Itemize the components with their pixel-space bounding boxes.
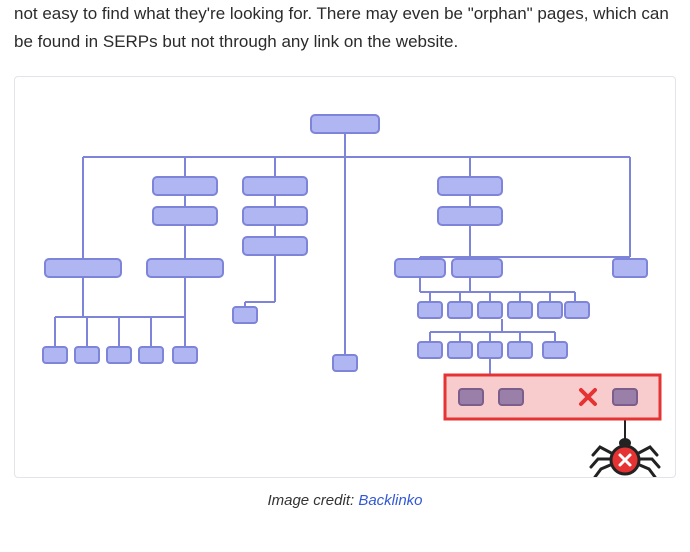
node-leaf (139, 347, 163, 363)
node-leaf (448, 302, 472, 318)
node (153, 177, 217, 195)
caption-prefix: Image credit: (267, 492, 358, 509)
article-paragraph: not easy to find what they're looking fo… (14, 0, 676, 56)
node-error (459, 389, 483, 405)
node-leaf (478, 302, 502, 318)
node-leaf (75, 347, 99, 363)
node-leaf (333, 355, 357, 371)
node-leaf (543, 342, 567, 358)
node (438, 207, 502, 225)
node-leaf (418, 342, 442, 358)
node (45, 259, 121, 277)
node-error (613, 389, 637, 405)
node (243, 177, 307, 195)
node (613, 259, 647, 277)
node (243, 207, 307, 225)
node-leaf (233, 307, 257, 323)
node-error (499, 389, 523, 405)
node (438, 177, 502, 195)
caption-source-link[interactable]: Backlinko (358, 492, 422, 509)
node (147, 259, 223, 277)
node-leaf (508, 302, 532, 318)
node (243, 237, 307, 255)
figure-caption: Image credit: Backlinko (14, 492, 676, 509)
node (395, 259, 445, 277)
node-leaf (43, 347, 67, 363)
node-leaf (418, 302, 442, 318)
spider-icon (591, 438, 659, 477)
node-leaf (508, 342, 532, 358)
sitemap-svg (15, 77, 675, 477)
node-leaf (107, 347, 131, 363)
node-leaf (173, 347, 197, 363)
node-root (311, 115, 379, 133)
node-leaf (448, 342, 472, 358)
node-leaf (565, 302, 589, 318)
node-leaf (478, 342, 502, 358)
node-leaf (538, 302, 562, 318)
figure-sitemap-deep-architecture (14, 76, 676, 478)
node (153, 207, 217, 225)
error-region (445, 375, 660, 419)
node (452, 259, 502, 277)
